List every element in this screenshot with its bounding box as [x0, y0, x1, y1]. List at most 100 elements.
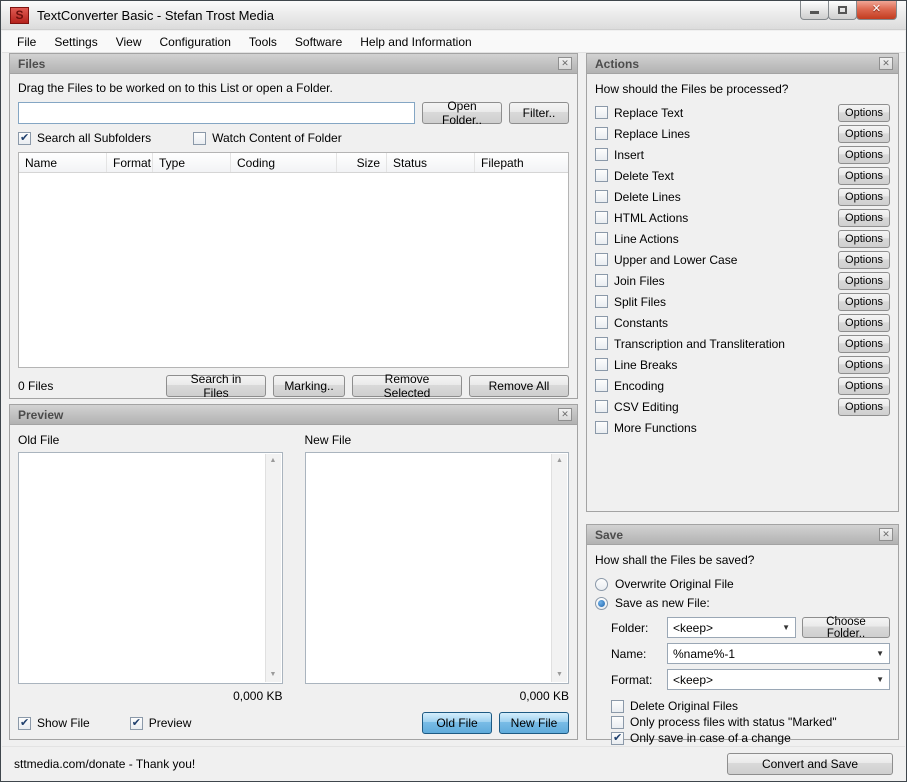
minimize-button[interactable] — [800, 1, 829, 20]
new-file-textarea[interactable]: ▲ ▼ — [305, 452, 570, 684]
column-header-status[interactable]: Status — [387, 153, 475, 172]
old-file-scrollbar[interactable]: ▲ ▼ — [265, 454, 281, 682]
action-checkbox-box[interactable] — [595, 148, 608, 161]
column-header-name[interactable]: Name — [19, 153, 107, 172]
options-button[interactable]: Options — [838, 377, 890, 395]
close-button[interactable]: ✕ — [856, 1, 897, 20]
scroll-up-icon[interactable]: ▲ — [266, 454, 281, 468]
action-label: Encoding — [614, 379, 664, 393]
preview-checkbox[interactable]: Preview — [130, 716, 192, 730]
options-button[interactable]: Options — [838, 209, 890, 227]
search-in-files-button[interactable]: Search in Files — [166, 375, 266, 397]
column-header-type[interactable]: Type — [153, 153, 231, 172]
choose-folder-button[interactable]: Choose Folder.. — [802, 617, 890, 638]
open-folder-button[interactable]: Open Folder.. — [422, 102, 502, 124]
column-header-size[interactable]: Size — [337, 153, 387, 172]
action-row: Delete TextOptions — [595, 165, 890, 186]
new-file-button[interactable]: New File — [499, 712, 569, 734]
scroll-down-icon[interactable]: ▼ — [266, 668, 281, 682]
name-dropdown[interactable]: %name%-1 ▼ — [667, 643, 890, 664]
files-panel-close-icon[interactable]: ✕ — [558, 57, 572, 70]
save-panel-close-icon[interactable]: ✕ — [879, 528, 893, 541]
convert-and-save-button[interactable]: Convert and Save — [727, 753, 893, 775]
file-list-table[interactable]: Name Format Type Coding Size Status File… — [18, 152, 569, 368]
action-checkbox-box[interactable] — [595, 127, 608, 140]
options-button[interactable]: Options — [838, 314, 890, 332]
actions-panel-close-icon[interactable]: ✕ — [879, 57, 893, 70]
only-marked-checkbox[interactable]: Only process files with status "Marked" — [611, 714, 890, 730]
old-file-textarea[interactable]: ▲ ▼ — [18, 452, 283, 684]
search-subfolders-checkbox-box[interactable] — [18, 132, 31, 145]
options-button[interactable]: Options — [838, 188, 890, 206]
menu-view[interactable]: View — [107, 32, 151, 52]
action-checkbox-box[interactable] — [595, 253, 608, 266]
action-checkbox-box[interactable] — [595, 232, 608, 245]
options-button[interactable]: Options — [838, 398, 890, 416]
show-file-checkbox[interactable]: Show File — [18, 716, 90, 730]
options-button[interactable]: Options — [838, 356, 890, 374]
options-button[interactable]: Options — [838, 293, 890, 311]
menu-help[interactable]: Help and Information — [351, 32, 480, 52]
action-checkbox-box[interactable] — [595, 337, 608, 350]
save-as-new-radio-button[interactable] — [595, 597, 608, 610]
options-button[interactable]: Options — [838, 104, 890, 122]
show-file-label: Show File — [37, 716, 90, 730]
watch-folder-checkbox[interactable]: Watch Content of Folder — [193, 131, 342, 145]
action-checkbox-box[interactable] — [595, 106, 608, 119]
action-checkbox-box[interactable] — [595, 274, 608, 287]
save-as-new-radio[interactable]: Save as new File: — [595, 594, 890, 612]
only-marked-checkbox-box[interactable] — [611, 716, 624, 729]
app-window: S TextConverter Basic - Stefan Trost Med… — [0, 0, 907, 782]
options-button[interactable]: Options — [838, 230, 890, 248]
only-changed-checkbox[interactable]: Only save in case of a change — [611, 730, 890, 746]
search-subfolders-checkbox[interactable]: Search all Subfolders — [18, 131, 151, 145]
file-table-header: Name Format Type Coding Size Status File… — [19, 153, 568, 173]
name-dropdown-value: %name%-1 — [673, 647, 735, 661]
action-checkbox-box[interactable] — [595, 379, 608, 392]
options-button[interactable]: Options — [838, 167, 890, 185]
column-header-format[interactable]: Format — [107, 153, 153, 172]
format-dropdown[interactable]: <keep> ▼ — [667, 669, 890, 690]
menu-software[interactable]: Software — [286, 32, 351, 52]
delete-originals-checkbox-box[interactable] — [611, 700, 624, 713]
action-checkbox-box[interactable] — [595, 421, 608, 434]
menu-file[interactable]: File — [8, 32, 45, 52]
action-checkbox-box[interactable] — [595, 211, 608, 224]
delete-originals-checkbox[interactable]: Delete Original Files — [611, 698, 890, 714]
scroll-down-icon[interactable]: ▼ — [552, 668, 567, 682]
folder-path-input[interactable] — [18, 102, 415, 124]
folder-dropdown[interactable]: <keep> ▼ — [667, 617, 796, 638]
scroll-up-icon[interactable]: ▲ — [552, 454, 567, 468]
remove-selected-button[interactable]: Remove Selected — [352, 375, 462, 397]
action-checkbox-box[interactable] — [595, 400, 608, 413]
action-checkbox-box[interactable] — [595, 169, 608, 182]
options-button[interactable]: Options — [838, 272, 890, 290]
preview-checkbox-box[interactable] — [130, 717, 143, 730]
preview-panel-close-icon[interactable]: ✕ — [558, 408, 572, 421]
overwrite-original-radio[interactable]: Overwrite Original File — [595, 575, 890, 593]
only-changed-checkbox-box[interactable] — [611, 732, 624, 745]
new-file-scrollbar[interactable]: ▲ ▼ — [551, 454, 567, 682]
show-file-checkbox-box[interactable] — [18, 717, 31, 730]
action-checkbox-box[interactable] — [595, 358, 608, 371]
action-checkbox-box[interactable] — [595, 295, 608, 308]
remove-all-button[interactable]: Remove All — [469, 375, 569, 397]
menu-tools[interactable]: Tools — [240, 32, 286, 52]
column-header-filepath[interactable]: Filepath — [475, 153, 568, 172]
overwrite-original-radio-button[interactable] — [595, 578, 608, 591]
watch-folder-checkbox-box[interactable] — [193, 132, 206, 145]
filter-button[interactable]: Filter.. — [509, 102, 569, 124]
marking-button[interactable]: Marking.. — [273, 375, 345, 397]
action-row: Delete LinesOptions — [595, 186, 890, 207]
action-checkbox-box[interactable] — [595, 316, 608, 329]
options-button[interactable]: Options — [838, 251, 890, 269]
menu-configuration[interactable]: Configuration — [151, 32, 240, 52]
old-file-button[interactable]: Old File — [422, 712, 492, 734]
options-button[interactable]: Options — [838, 335, 890, 353]
column-header-coding[interactable]: Coding — [231, 153, 337, 172]
menu-settings[interactable]: Settings — [45, 32, 106, 52]
maximize-button[interactable] — [828, 1, 857, 20]
options-button[interactable]: Options — [838, 146, 890, 164]
action-checkbox-box[interactable] — [595, 190, 608, 203]
options-button[interactable]: Options — [838, 125, 890, 143]
